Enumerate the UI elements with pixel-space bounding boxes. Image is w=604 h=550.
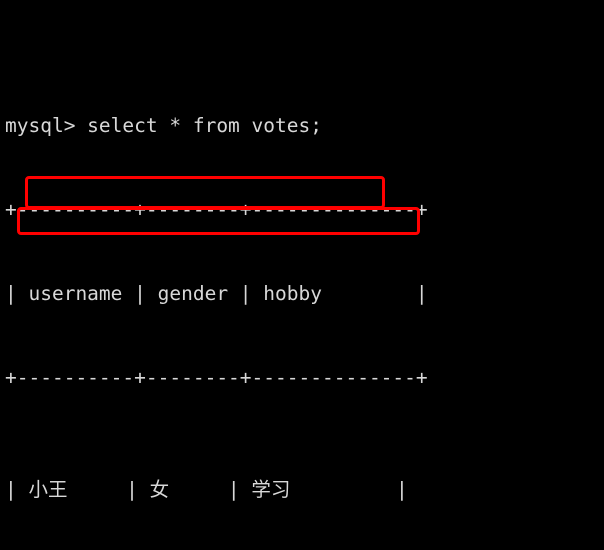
terminal-output: mysql> select * from votes; +----------+… xyxy=(5,0,537,550)
command-line-query1: mysql> select * from votes; xyxy=(5,114,322,137)
terminal-window: mysql> select * from votes; +----------+… xyxy=(0,0,604,550)
table-row: | 小王 | 女 | 学习 | xyxy=(5,478,408,501)
table1-separator-mid: +----------+--------+--------------+ xyxy=(5,366,428,389)
table1-header-row: | username | gender | hobby | xyxy=(5,282,428,305)
table1-separator-top: +----------+--------+--------------+ xyxy=(5,198,428,221)
